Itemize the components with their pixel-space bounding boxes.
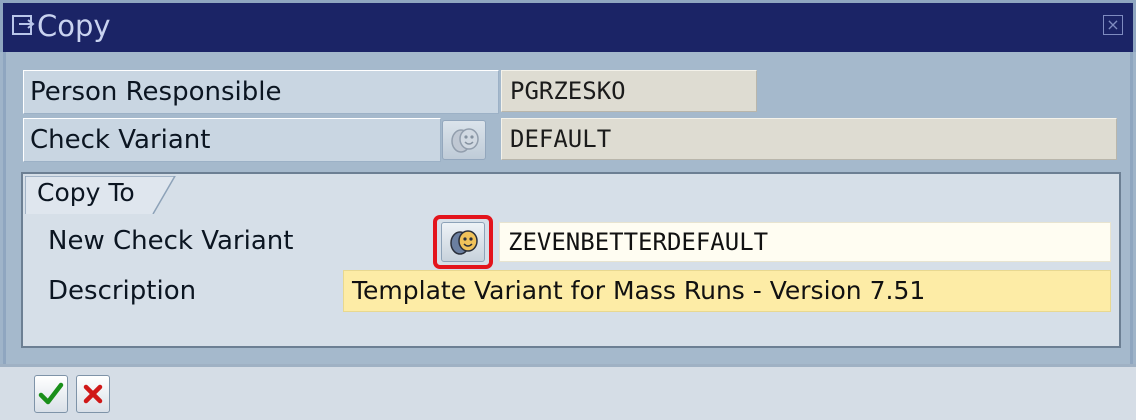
- masks-icon: [451, 128, 479, 153]
- copy-dialog: Copy × Person Responsible PGRZESKO Check…: [0, 0, 1136, 420]
- window-icon: [12, 15, 35, 35]
- footer-toolbar: [0, 364, 1136, 420]
- new-check-variant-input[interactable]: ZEVENBETTERDEFAULT: [499, 222, 1111, 262]
- description-label: Description: [29, 270, 341, 312]
- copy-to-title: Copy To: [37, 178, 135, 207]
- check-variant-label: Check Variant: [23, 118, 441, 162]
- copy-to-group: Copy To New Check Variant ZEVENBETTERDEF…: [21, 172, 1121, 348]
- highlight-box: [433, 215, 493, 269]
- dialog-body: Person Responsible PGRZESKO Check Varian…: [3, 52, 1133, 364]
- cancel-button[interactable]: [76, 375, 110, 413]
- person-responsible-label: Person Responsible: [23, 70, 499, 114]
- dialog-title: Copy: [37, 9, 111, 43]
- title-bar: Copy ×: [0, 0, 1136, 52]
- description-input[interactable]: Template Variant for Mass Runs - Version…: [343, 270, 1111, 312]
- checkmark-icon: [38, 382, 64, 405]
- check-variant-field: DEFAULT: [501, 118, 1117, 160]
- check-variant-icon-button[interactable]: [442, 120, 486, 160]
- close-icon[interactable]: ×: [1103, 15, 1123, 35]
- new-check-variant-label: New Check Variant: [29, 220, 439, 262]
- person-responsible-field: PGRZESKO: [501, 70, 757, 112]
- cancel-x-icon: [83, 384, 103, 404]
- confirm-button[interactable]: [34, 375, 68, 413]
